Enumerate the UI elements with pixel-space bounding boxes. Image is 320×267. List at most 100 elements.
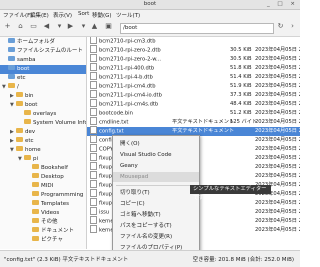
menu-file[interactable]: ファイル(F) — [3, 11, 32, 19]
context-menu-item[interactable]: コピー(C) — [113, 199, 199, 209]
sidebar-item[interactable]: Bookshelf — [26, 164, 68, 173]
sidebar-item[interactable]: ▼ / — [2, 83, 19, 92]
menu-view[interactable]: 表示(V) — [53, 11, 72, 19]
file-icon — [90, 72, 97, 80]
sidebar-item[interactable]: その他 — [26, 218, 58, 227]
context-menu-item[interactable]: Mousepad — [113, 172, 199, 182]
context-menu-item[interactable]: Visual Studio Code — [113, 150, 199, 160]
file-date: 2023年04月05日 22:00 — [255, 119, 300, 125]
file-date: 2023年04月05日 22:00 — [255, 101, 300, 107]
path-input[interactable]: /boot — [120, 23, 274, 34]
file-name-text: config.txt — [99, 128, 124, 135]
file-name-text: cmdline.txt — [99, 119, 129, 126]
context-menu-item[interactable]: Geany — [113, 161, 199, 171]
sidebar-item-label: home — [25, 147, 41, 153]
context-menu-item[interactable]: ファイル名の変更(R) — [113, 232, 199, 242]
file-row[interactable]: bcm2710-rpi-zero-2-w... 30.5 KiB 2023年04月0… — [87, 54, 300, 64]
sidebar-item[interactable]: etc — [2, 74, 26, 83]
context-menu-item[interactable]: 開く(O) — [113, 139, 199, 149]
file-row[interactable]: bcm2711-rpi-cm4-io.dtb 37.3 KiB 2023年04月05… — [87, 90, 300, 100]
sidebar-item-label: boot — [25, 102, 38, 108]
context-menu[interactable]: 開く(O) Visual Studio Code Geany Mousepad 切り取り… — [112, 135, 200, 267]
sidebar-item[interactable]: boot — [0, 65, 86, 74]
sidebar-item[interactable]: ホームフォルダ — [2, 38, 55, 47]
file-row[interactable]: bcm2710-rpi-cm3.dtb — [87, 37, 300, 46]
reload-icon[interactable]: ↻ — [276, 22, 285, 31]
home-icon[interactable]: ⌂ — [16, 22, 25, 31]
computer-icon[interactable]: ▣ — [104, 22, 113, 31]
file-icon — [90, 216, 97, 224]
context-menu-item[interactable]: ゴミ箱へ移動(T) — [113, 210, 199, 220]
file-icon — [90, 144, 97, 152]
file-name: kerne — [90, 225, 114, 236]
file-row[interactable]: cmdline.txt 平文テキストドキュメント 125 バイト 2023年04月05… — [87, 117, 300, 127]
file-icon — [90, 45, 97, 53]
file-date: 2023年04月05日 22:00 — [255, 83, 300, 89]
sidebar-item[interactable]: MIDI — [26, 182, 53, 191]
sidebar-item-label: Bookshelf — [41, 165, 68, 171]
file-icon — [90, 180, 97, 188]
file-size: 51.8 KiB — [230, 65, 252, 71]
go-icon[interactable]: › — [288, 22, 297, 31]
sidebar-item[interactable]: ▼ boot — [10, 101, 37, 110]
menu-go[interactable]: 移動(G) — [92, 11, 112, 19]
sidebar-item-label: bin — [25, 93, 34, 99]
context-menu-item[interactable]: 切り取り(T) — [113, 188, 199, 198]
file-icon — [90, 207, 97, 215]
file-row[interactable]: bcm2711-rpi-cm4.dtb 51.9 KiB2023年04月05日 2… — [87, 81, 300, 91]
sidebar-item[interactable]: ピクチャ — [26, 236, 63, 245]
sidebar-item[interactable]: ドキュメント — [26, 227, 74, 236]
file-row[interactable]: bcm2710-rpi-zero-2.dtb 30.5 KiB 2023年04月05… — [87, 45, 300, 55]
file-icon — [90, 54, 97, 62]
forward-icon[interactable]: ▶ — [66, 22, 75, 31]
file-name-text: COPY — [99, 146, 113, 153]
file-name-text: bcm2710-rpi-cm3.dtb — [99, 38, 156, 45]
file-date: 2023年04月05日 22:00 — [255, 110, 300, 116]
back-icon[interactable]: ◀ — [42, 22, 51, 31]
menu-bar: ファイル(F) 編集(E) 表示(V) Sort 移動(G) ツール(T) — [0, 10, 300, 19]
file-row[interactable]: bcm2711-rpi-400.dtb 51.8 KiB2023年04月05日 2… — [87, 63, 300, 73]
sidebar-item-label: ドキュメント — [41, 228, 75, 234]
sidebar-item[interactable]: overlays — [18, 110, 56, 119]
sidebar-item-label: Programmming — [41, 192, 84, 198]
sidebar-item[interactable]: Desktop — [26, 173, 64, 182]
sidebar-item[interactable]: System Volume Inform — [18, 119, 86, 128]
up-icon[interactable]: ▲ — [90, 22, 99, 31]
file-icon — [90, 162, 97, 170]
window-controls[interactable]: _ □ × — [267, 1, 298, 7]
sidebar-item[interactable]: samba — [2, 56, 35, 65]
sidebar-item[interactable]: Programmming — [26, 191, 83, 200]
monitor-icon[interactable]: ▭ — [29, 22, 38, 31]
folder-icon — [16, 146, 23, 151]
new-tab-icon[interactable]: + — [3, 22, 12, 31]
sidebar-item[interactable]: ▼ home — [10, 146, 41, 155]
sidebar-item[interactable]: Videos — [26, 209, 59, 218]
file-row[interactable]: bcm2711-rpi-cm4s.dtb 48.4 KiB 2023年04月05日 … — [87, 99, 300, 109]
sidebar-item[interactable]: Templates — [26, 200, 69, 209]
history-forward-icon[interactable]: ▾ — [79, 22, 88, 31]
sidebar-item[interactable]: ▼ pi — [18, 155, 38, 164]
file-icon — [90, 117, 97, 125]
file-date: 2023年04月05日 22:00 — [255, 200, 300, 206]
file-row[interactable]: bootcode.bin 51.2 KiB2023年04月05日 22:00 — [87, 108, 300, 118]
folder-icon — [32, 227, 39, 232]
file-name-text: bcm2711-rpi-cm4-io.dtb — [99, 92, 162, 99]
menu-tools[interactable]: ツール(T) — [116, 11, 140, 19]
sidebar-item[interactable]: ▶ etc — [10, 137, 34, 146]
file-icon — [90, 63, 97, 71]
sidebar-item[interactable]: ファイルシステムのルート — [2, 47, 83, 56]
file-icon — [90, 198, 97, 206]
window-title: boot — [143, 1, 157, 7]
sidebar-item-label: Videos — [41, 210, 60, 216]
file-row[interactable]: bcm2711-rpi-4-b.dtb 51.4 KiB2023年04月05日 2… — [87, 72, 300, 82]
menu-sort[interactable]: Sort — [78, 11, 89, 17]
sidebar-item[interactable]: ▶ dev — [10, 128, 35, 137]
context-menu-item[interactable]: パスをコピーする(T) — [113, 221, 199, 231]
folder-icon — [32, 164, 39, 169]
history-icon[interactable]: ▾ — [55, 22, 64, 31]
file-name-text: bootcode.bin — [99, 110, 133, 117]
sidebar-item[interactable]: ▶ bin — [10, 92, 34, 101]
file-date: 2023年04月05日 22:00 — [255, 137, 300, 143]
menu-edit[interactable]: 編集(E) — [30, 11, 49, 19]
sidebar-tree[interactable]: ホームフォルダ ファイルシステムのルート samba boot etc ▼ / ▶ bin ▼ bo… — [0, 37, 87, 249]
